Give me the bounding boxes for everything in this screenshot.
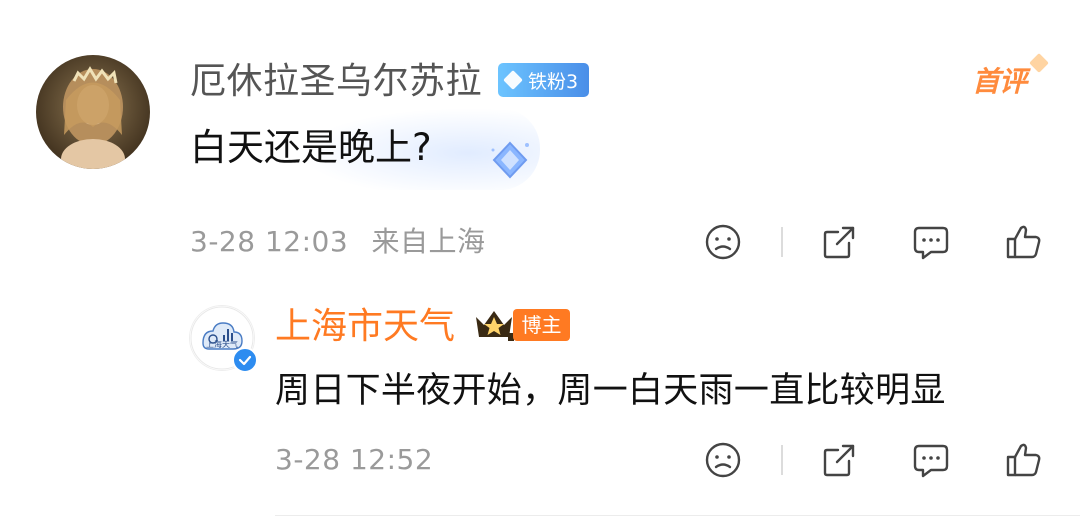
reply-text: 周日下半夜开始，周一白天雨一直比较明显 [275, 371, 946, 411]
share-icon[interactable] [819, 440, 859, 480]
thumbs-up-icon[interactable] [1003, 440, 1043, 480]
face-icon[interactable] [703, 440, 743, 480]
fan-badge-label: 铁粉3 [528, 70, 579, 93]
thumbs-up-icon[interactable] [1003, 222, 1043, 262]
comment-icon[interactable] [911, 222, 951, 262]
crown-icon [476, 311, 514, 341]
comment-icon[interactable] [911, 440, 951, 480]
reply-username[interactable]: 上海市天气 [275, 303, 455, 351]
comment-location: 来自上海 [371, 225, 486, 258]
comment-actions [703, 222, 1043, 262]
comment-meta: 3-28 12:03 来自上海 [190, 222, 500, 262]
divider [781, 445, 783, 475]
avatar-label: 上海天气 [206, 339, 238, 349]
blogger-badge: 博主 [513, 309, 570, 341]
face-icon[interactable] [703, 222, 743, 262]
gem-icon [491, 141, 529, 179]
comment-text: 白天还是晚上? [190, 126, 432, 169]
reply-date: 3-28 12:52 [275, 443, 434, 476]
sparkle-icon [1029, 53, 1049, 73]
first-comment-label: 首评 [972, 65, 1027, 98]
first-comment-tag: 首评 [972, 53, 1049, 100]
user-avatar[interactable] [36, 55, 150, 169]
fan-level-badge[interactable]: 铁粉3 [498, 63, 589, 97]
divider [781, 227, 783, 257]
share-icon[interactable] [819, 222, 859, 262]
divider [275, 515, 1080, 516]
comment-date: 3-28 12:03 [190, 225, 349, 258]
comment-thread: 厄休拉圣乌尔苏拉 铁粉3 首评 白天还是晚上? 3-28 12:03 来自上海 [0, 0, 1080, 530]
username[interactable]: 厄休拉圣乌尔苏拉 [190, 58, 482, 106]
check-icon [238, 355, 252, 366]
diamond-icon [503, 70, 523, 90]
verified-badge [232, 347, 258, 373]
reply-actions [703, 440, 1043, 480]
